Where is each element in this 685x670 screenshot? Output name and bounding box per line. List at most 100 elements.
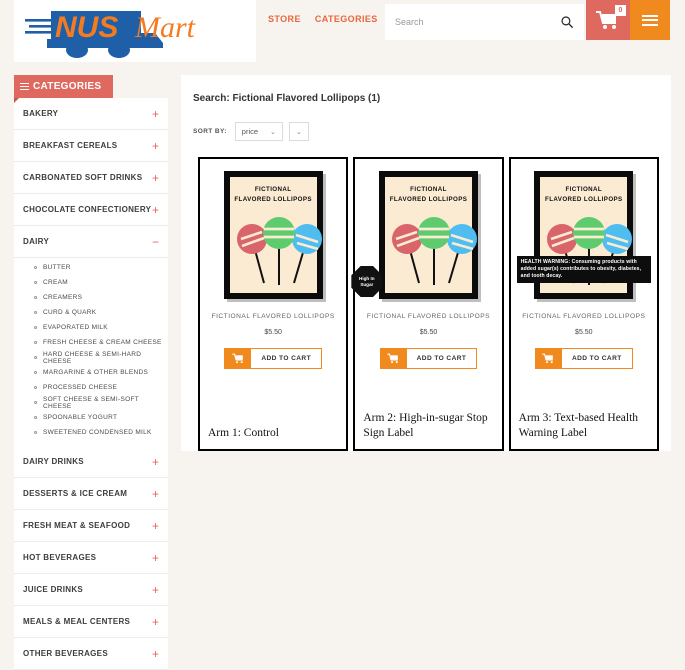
poster-title-line1: FICTIONAL xyxy=(565,186,603,193)
sidebar-categories-header[interactable]: CATEGORIES xyxy=(14,75,113,103)
bullet-icon xyxy=(34,431,37,434)
subcategory-cream[interactable]: CREAM xyxy=(34,275,168,290)
bullet-icon xyxy=(34,371,37,374)
poster-title-line2: FLAVORED LOLLIPOPS xyxy=(545,196,623,204)
product-grid: FICTIONAL FLAVORED LOLLIPOPS FICTIONAL F… xyxy=(193,157,659,452)
subcategory-processed-cheese[interactable]: PROCESSED CHEESE xyxy=(34,380,168,395)
product-card[interactable]: FICTIONAL FLAVORED LOLLIPOPS xyxy=(508,157,659,452)
bullet-icon xyxy=(34,311,37,314)
subcategory-fresh-cheese-cream-cheese[interactable]: FRESH CHEESE & CREAM CHEESE xyxy=(34,335,168,350)
product-card[interactable]: FICTIONAL FLAVORED LOLLIPOPS xyxy=(198,157,349,452)
cart-icon xyxy=(380,349,407,368)
sidebar-item-carbonated-soft-drinks[interactable]: CARBONATED SOFT DRINKS + xyxy=(14,162,168,194)
expand-toggle-icon[interactable]: + xyxy=(152,172,159,184)
subcategory-butter[interactable]: BUTTER xyxy=(34,260,168,275)
sort-field-select[interactable]: price ⌄ xyxy=(234,122,283,141)
add-to-cart-row: ADD TO CART xyxy=(361,348,495,369)
svg-text:Mart: Mart xyxy=(134,11,196,44)
subcategory-margarine-other-blends[interactable]: MARGARINE & OTHER BLENDS xyxy=(34,365,168,380)
expand-toggle-icon[interactable]: + xyxy=(152,456,159,468)
expand-toggle-icon[interactable]: + xyxy=(152,616,159,628)
poster-title-line2: FLAVORED LOLLIPOPS xyxy=(389,196,468,204)
subcategory-spoonable-yogurt[interactable]: SPOONABLE YOGURT xyxy=(34,410,168,425)
sort-direction-select[interactable]: ⌄ xyxy=(288,122,309,141)
bullet-icon xyxy=(34,356,37,359)
text-health-warning-label: HEALTH WARNING: Consuming products with … xyxy=(516,256,651,283)
expand-toggle-icon[interactable]: + xyxy=(152,648,159,660)
collapse-toggle-icon[interactable]: − xyxy=(152,236,159,248)
add-to-cart-button[interactable]: ADD TO CART xyxy=(534,348,633,369)
sidebar-item-breakfast-cereals[interactable]: BREAKFAST CEREALS + xyxy=(14,130,168,162)
sidebar-item-dairy-drinks[interactable]: DAIRY DRINKS + xyxy=(14,446,168,478)
bullet-icon xyxy=(34,401,37,404)
nav-item-categories[interactable]: CATEGORIES xyxy=(315,14,378,24)
lollipops-illustration-icon xyxy=(391,217,477,285)
sidebar-item-desserts-ice-cream[interactable]: DESSERTS & ICE CREAM + xyxy=(14,478,168,510)
expand-toggle-icon[interactable]: + xyxy=(152,140,159,152)
sidebar-item-dairy[interactable]: DAIRY − xyxy=(14,226,168,258)
expand-toggle-icon[interactable]: + xyxy=(152,520,159,532)
sidebar-item-label: CARBONATED SOFT DRINKS xyxy=(23,173,143,182)
product-card[interactable]: FICTIONAL FLAVORED LOLLIPOPS xyxy=(351,157,504,452)
sidebar-item-other-beverages[interactable]: OTHER BEVERAGES + xyxy=(14,638,168,670)
bullet-icon xyxy=(34,326,37,329)
subcategory-sweetened-condensed-milk[interactable]: SWEETENED CONDENSED MILK xyxy=(34,425,168,440)
subcategory-curd-quark[interactable]: CURD & QUARK xyxy=(34,305,168,320)
arm-label: Arm 1: Control xyxy=(208,427,279,440)
hamburger-menu-button[interactable] xyxy=(630,0,670,40)
cart-button[interactable]: 0 xyxy=(586,0,630,40)
subcategory-evaporated-milk[interactable]: EVAPORATED MILK xyxy=(34,320,168,335)
sidebar-item-label: BREAKFAST CEREALS xyxy=(23,141,118,150)
sidebar-item-fresh-meat-seafood[interactable]: FRESH MEAT & SEAFOOD + xyxy=(14,510,168,542)
expand-toggle-icon[interactable]: + xyxy=(152,584,159,596)
subcategory-creamers[interactable]: CREAMERS xyxy=(34,290,168,305)
subcategory-label: CREAMERS xyxy=(43,294,83,301)
sidebar-item-meals-meal-centers[interactable]: MEALS & MEAL CENTERS + xyxy=(14,606,168,638)
subcategory-label: EVAPORATED MILK xyxy=(43,324,108,331)
expand-toggle-icon[interactable]: + xyxy=(152,552,159,564)
subcategory-hard-cheese-semi-hard-cheese[interactable]: HARD CHEESE & SEMI-HARD CHEESE xyxy=(34,350,168,365)
chevron-down-icon: ⌄ xyxy=(295,128,302,136)
sidebar-item-label: JUICE DRINKS xyxy=(23,585,84,594)
card-spacer xyxy=(206,369,340,405)
expand-toggle-icon[interactable]: + xyxy=(152,204,159,216)
product-price: $5.50 xyxy=(419,329,438,336)
arm-label: Arm 2: High-in-sugar Stop Sign Label xyxy=(363,412,488,440)
hamburger-icon xyxy=(642,12,658,28)
sidebar-title: CATEGORIES xyxy=(33,81,102,92)
sidebar-item-juice-drinks[interactable]: JUICE DRINKS + xyxy=(14,574,168,606)
search-results-panel: Search: Fictional Flavored Lollipops (1)… xyxy=(181,75,671,452)
page-title: Search: Fictional Flavored Lollipops (1) xyxy=(193,93,381,104)
product-name: FICTIONAL FLAVORED LOLLIPOPS xyxy=(522,313,646,320)
lollipops-illustration-icon xyxy=(236,217,322,285)
site-logo[interactable]: NUS Mart xyxy=(14,0,256,62)
stop-sign-line2: Sugar xyxy=(360,281,374,287)
add-to-cart-row: ADD TO CART xyxy=(517,348,651,369)
product-image-wrapper: FICTIONAL FLAVORED LOLLIPOPS xyxy=(351,171,495,299)
cart-count-badge: 0 xyxy=(615,5,626,16)
site-header: NUS Mart STORE CATEGORIES 0 xyxy=(0,0,685,62)
sidebar-item-bakery[interactable]: BAKERY + xyxy=(14,98,168,130)
search-icon[interactable] xyxy=(560,15,574,29)
nav-item-store[interactable]: STORE xyxy=(268,14,301,24)
expand-toggle-icon[interactable]: + xyxy=(152,108,159,120)
sidebar-item-hot-beverages[interactable]: HOT BEVERAGES + xyxy=(14,542,168,574)
product-price: $5.50 xyxy=(575,329,593,336)
sidebar-item-chocolate-confectionery[interactable]: CHOCOLATE CONFECTIONERY + xyxy=(14,194,168,226)
expand-toggle-icon[interactable]: + xyxy=(152,488,159,500)
product-poster: FICTIONAL FLAVORED LOLLIPOPS xyxy=(378,171,478,299)
poster-title-line1: FICTIONAL xyxy=(410,186,447,193)
sidebar-item-label: MEALS & MEAL CENTERS xyxy=(23,617,131,626)
product-image-wrapper: FICTIONAL FLAVORED LOLLIPOPS xyxy=(516,171,651,299)
sidebar-item-label: BAKERY xyxy=(23,109,59,118)
add-to-cart-button[interactable]: ADD TO CART xyxy=(379,348,478,369)
sidebar-item-label: HOT BEVERAGES xyxy=(23,553,97,562)
add-to-cart-row: ADD TO CART xyxy=(206,348,340,369)
search-input[interactable] xyxy=(395,17,560,27)
subcategory-label: CREAM xyxy=(43,279,68,286)
subcategory-soft-cheese-semi-soft-cheese[interactable]: SOFT CHEESE & SEMI-SOFT CHEESE xyxy=(34,395,168,410)
search-bar[interactable] xyxy=(385,4,584,40)
add-to-cart-button[interactable]: ADD TO CART xyxy=(224,348,323,369)
cart-icon xyxy=(225,349,252,368)
sort-field-value: price xyxy=(241,127,259,136)
